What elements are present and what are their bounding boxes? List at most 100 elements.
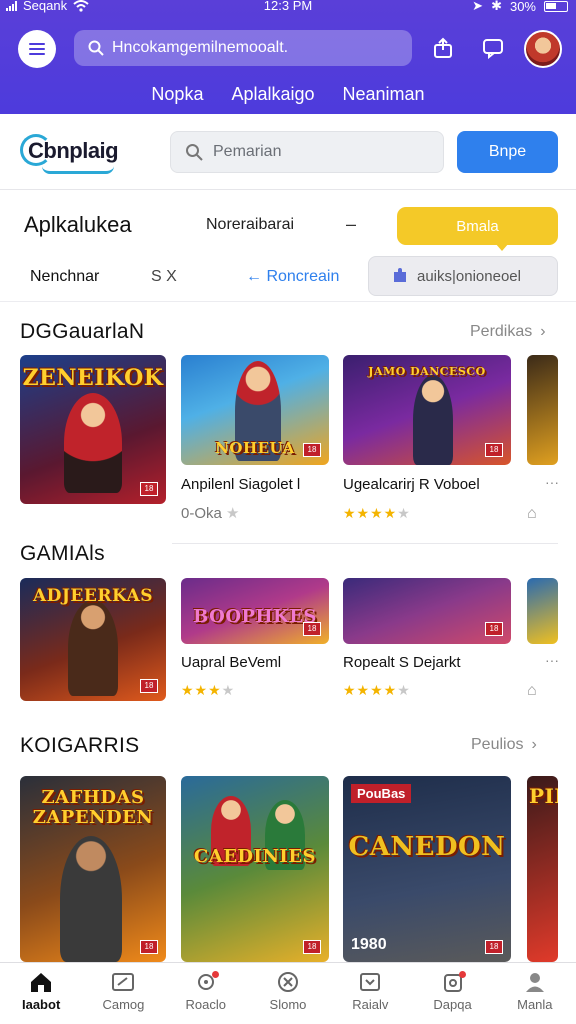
download-icon — [357, 971, 383, 993]
nav-item-7[interactable]: Manla — [494, 963, 576, 1024]
main-search-input[interactable]: Pemarian — [170, 131, 444, 173]
download-icon[interactable]: ⌂ — [527, 682, 537, 700]
header-tab-3[interactable]: Neaniman — [343, 84, 425, 105]
game-title: Ugealcarirj R Voboel — [343, 476, 480, 493]
bluetooth-icon: ✱ — [491, 0, 502, 13]
game-card[interactable]: ZAFHDAS ZAPENDEN 18 — [20, 776, 166, 962]
compass-icon — [275, 971, 301, 993]
nav-label: Manla — [517, 997, 553, 1012]
header-tabs: Nopka Aplalkaigo Neaniman — [0, 84, 576, 105]
age-badge: 18 — [485, 622, 503, 636]
status-bar: Seqank 12:3 PM ➤ ✱ 30% — [0, 0, 576, 18]
card-art-text: CANEDON — [348, 832, 506, 862]
menu-button[interactable] — [18, 30, 56, 68]
chip-row: Nenchnar S X ← Roncreain auiks|onioneoel — [0, 256, 576, 302]
game-card[interactable]: CAEDINIES 18 — [181, 776, 329, 962]
game-card[interactable]: PouBas CANEDON 1980 18 — [343, 776, 511, 962]
nav-label: Camog — [102, 997, 145, 1012]
section-title-3: KOIGARRIS — [20, 734, 140, 757]
age-badge: 18 — [303, 940, 321, 954]
age-badge: 18 — [485, 940, 503, 954]
chip-2[interactable]: S X — [151, 268, 177, 286]
header-tab-1[interactable]: Nopka — [151, 84, 203, 105]
messages-button[interactable] — [480, 36, 506, 60]
nav-label: Dapqa — [433, 997, 472, 1012]
game-card[interactable]: ZENEIKOK 18 — [20, 355, 166, 504]
age-badge: 18 — [303, 622, 321, 636]
header-search-input[interactable]: Hncokamgemilnemooalt. — [74, 30, 412, 66]
game-card[interactable]: 18 — [343, 578, 511, 644]
section-link-3-label: Peulios — [471, 736, 524, 753]
home-icon — [28, 971, 54, 993]
user-avatar[interactable] — [524, 30, 562, 68]
card-art — [68, 600, 118, 696]
card-art — [60, 836, 122, 962]
chat-icon — [483, 39, 503, 59]
section-divider — [172, 543, 558, 544]
nav-item-home[interactable]: Iaabot — [0, 963, 82, 1024]
game-card-partial[interactable]: PIM — [527, 776, 558, 962]
nav-item-4[interactable]: Slomo — [247, 963, 329, 1024]
filter-link[interactable]: ← Roncreain — [246, 268, 339, 286]
puzzle-icon — [394, 268, 406, 282]
profile-icon — [522, 971, 548, 993]
notification-dot — [211, 971, 219, 978]
nav-item-6[interactable]: Dapqa — [411, 963, 493, 1024]
header-tab-2[interactable]: Aplalkaigo — [231, 84, 314, 105]
more-icon[interactable]: ··· — [545, 652, 559, 668]
game-card[interactable]: ADJEERKAS 18 — [20, 578, 166, 701]
nav-item-5[interactable]: Raialv — [329, 963, 411, 1024]
game-title: Anpilenl Siagolet l — [181, 476, 301, 493]
section-link-1-label: Perdikas — [470, 323, 533, 340]
battery-percent: 30% — [509, 0, 536, 14]
nav-item-3[interactable]: Roaclo — [165, 963, 247, 1024]
battery-icon — [544, 0, 568, 12]
game-card[interactable]: BOOPHKES 18 — [181, 578, 329, 644]
age-badge: 18 — [303, 443, 321, 457]
nav-label: Raialv — [352, 997, 389, 1012]
brand-row: Cbnplaig Pemarian Bnpe — [0, 114, 576, 190]
more-icon[interactable]: ··· — [545, 474, 559, 490]
chevron-right-icon: › — [531, 736, 537, 753]
search-icon — [88, 40, 104, 56]
section-link-3[interactable]: Peulios › — [471, 736, 537, 754]
game-card-partial[interactable] — [527, 578, 558, 644]
filter-pill[interactable]: auiks|onioneoel — [368, 256, 558, 296]
nav-label: Roaclo — [185, 997, 226, 1012]
app-root: Seqank 12:3 PM ➤ ✱ 30% Hncokamgemilnemoo… — [0, 0, 576, 1024]
chevron-right-icon: › — [540, 323, 546, 340]
game-card[interactable]: JAMO DANCESCO 18 — [343, 355, 511, 465]
bag-icon — [440, 971, 466, 993]
yellow-action-button[interactable]: Bmala — [397, 207, 558, 251]
section-title-2: GAMIAls — [20, 542, 105, 565]
card-art-text: CAEDINIES — [193, 846, 317, 867]
age-badge: 18 — [140, 679, 158, 693]
gamepad-icon — [110, 971, 136, 993]
chip-1[interactable]: Nenchnar — [30, 268, 99, 286]
filter-dash: – — [346, 214, 357, 234]
download-icon[interactable]: ⌂ — [527, 505, 537, 523]
game-card[interactable]: NOHEUA 18 — [181, 355, 329, 465]
card-art-text: PIM — [529, 784, 558, 808]
status-right: ➤ ✱ 30% — [472, 0, 568, 14]
nav-label: Iaabot — [21, 997, 61, 1012]
game-card-partial[interactable] — [527, 355, 558, 465]
card-art-text: ZENEIKOK — [22, 365, 164, 391]
section-link-1[interactable]: Perdikas › — [470, 323, 546, 341]
location-icon: ➤ — [472, 0, 484, 13]
logo-text: Cbnplaig — [28, 138, 119, 163]
age-badge: 18 — [485, 443, 503, 457]
rating-stars: ★★★★★ — [343, 505, 411, 521]
filter-pill-label: auiks|onioneoel — [417, 267, 521, 285]
rating-stars: ★★★★★ — [343, 682, 411, 698]
sort-selector[interactable]: Noreraibarai — [206, 216, 294, 234]
card-art — [413, 375, 453, 465]
primary-button[interactable]: Bnpe — [457, 131, 558, 173]
nav-label: Slomo — [269, 997, 307, 1012]
star-icon: ★ — [226, 505, 240, 522]
app-logo[interactable]: Cbnplaig — [20, 132, 140, 174]
nav-item-2[interactable]: Camog — [82, 963, 164, 1024]
rating-stars: ★★★★ — [181, 682, 236, 698]
game-title: Ropealt S Dejarkt — [343, 654, 461, 671]
share-button[interactable] — [430, 36, 456, 60]
